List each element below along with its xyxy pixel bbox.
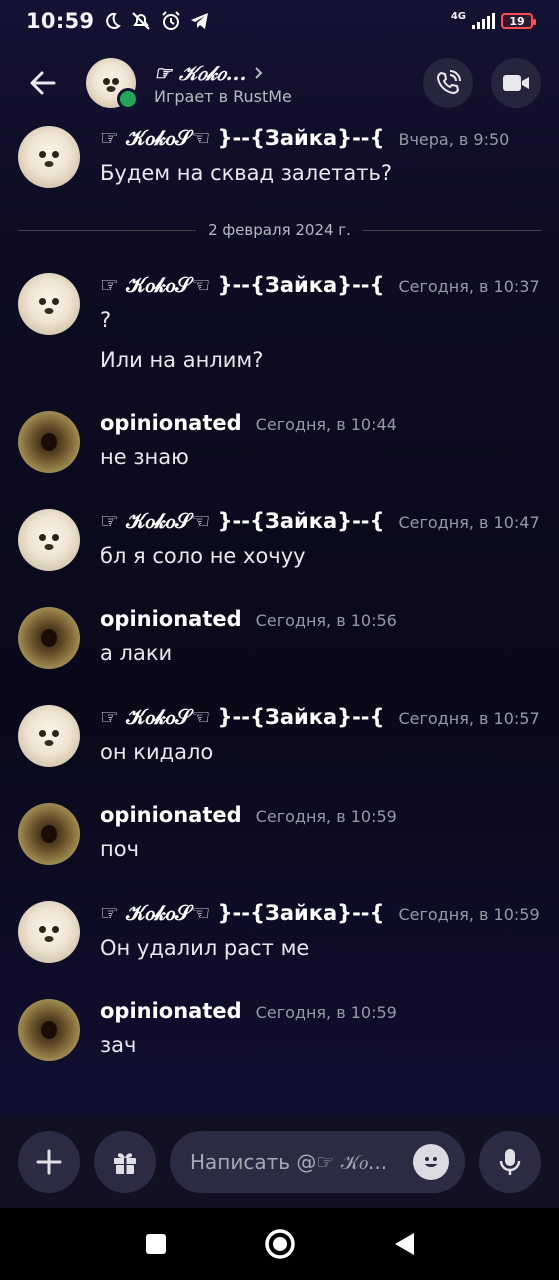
message-author[interactable]: opinionated [100, 999, 242, 1023]
status-icons [102, 10, 210, 32]
message-author[interactable]: ☞ 𝒦𝑜𝓀𝑜𝒮☜ }--{Зайка}--{ [100, 126, 384, 151]
alarm-icon [162, 11, 181, 30]
avatar[interactable] [18, 999, 80, 1061]
message-composer: Написать @☞ 𝒦𝑜... [0, 1116, 559, 1208]
date-divider-label: 2 февраля 2024 г. [208, 221, 351, 239]
avatar[interactable] [18, 126, 80, 188]
message-author[interactable]: opinionated [100, 803, 242, 827]
message[interactable]: ☞ 𝒦𝑜𝓀𝑜𝒮☜ }--{Зайка}--{ Сегодня, в 10:57 … [18, 705, 541, 767]
message-author[interactable]: ☞ 𝒦𝑜𝓀𝑜𝒮☜ }--{Зайка}--{ [100, 901, 384, 926]
date-divider: 2 февраля 2024 г. [18, 220, 542, 240]
video-call-button[interactable] [491, 58, 541, 108]
smiley-icon [425, 1157, 437, 1167]
message-text: Он удалил раст ме [100, 936, 310, 960]
header-titles[interactable]: ☞ 𝒦𝑜𝓀𝑜... Играет в RustMe [154, 61, 292, 106]
discord-chat-screen: 10:59 4G 19 ☞ 𝒦𝑜𝓀𝑜... Играет в RustMe ☞ … [0, 0, 559, 1280]
message-input[interactable]: Написать @☞ 𝒦𝑜... [170, 1131, 465, 1193]
message-timestamp: Сегодня, в 10:59 [398, 905, 540, 924]
message[interactable]: ☞ 𝒦𝑜𝓀𝑜𝒮☜ }--{Зайка}--{ Сегодня, в 10:37 … [18, 273, 541, 374]
gift-icon [114, 1153, 136, 1174]
message-timestamp: Вчера, в 9:50 [398, 130, 510, 149]
message[interactable]: ☞ 𝒦𝑜𝓀𝑜𝒮☜ }--{Зайка}--{ Сегодня, в 10:59 … [18, 901, 541, 963]
emoji-button[interactable] [413, 1144, 449, 1180]
avatar[interactable] [18, 901, 80, 963]
network-label: 4G [450, 10, 466, 22]
status-bar: 10:59 4G 19 [0, 0, 559, 42]
message[interactable]: opinionated Сегодня, в 10:59 зач [18, 999, 541, 1061]
message-author[interactable]: opinionated [100, 607, 242, 631]
microphone-icon [499, 1149, 521, 1175]
message[interactable]: ☞ 𝒦𝑜𝓀𝑜𝒮☜ }--{Зайка}--{ Вчера, в 9:50 Буд… [18, 126, 541, 188]
message-input-placeholder: Написать @☞ 𝒦𝑜... [190, 1150, 388, 1174]
activity-status: Играет в RustMe [154, 86, 292, 106]
message-timestamp: Сегодня, в 10:59 [255, 807, 397, 826]
battery-icon: 19 [501, 13, 536, 29]
recents-button[interactable] [144, 1232, 168, 1256]
message-timestamp: Сегодня, в 10:56 [255, 611, 397, 630]
moon-icon [106, 12, 122, 29]
voice-call-button[interactable] [423, 58, 473, 108]
status-right: 4G 19 [450, 10, 536, 32]
message-text: зач [100, 1033, 137, 1057]
video-camera-icon [503, 75, 529, 91]
message-timestamp: Сегодня, в 10:47 [398, 513, 540, 532]
message-text: поч [100, 837, 139, 861]
back-button[interactable] [18, 58, 68, 108]
telegram-icon [191, 13, 209, 29]
header-actions [423, 58, 541, 108]
header-avatar[interactable] [86, 58, 139, 110]
arrow-left-icon [30, 71, 56, 95]
online-status-dot [117, 88, 139, 110]
phone-icon [437, 70, 461, 94]
add-attachment-button[interactable] [18, 1131, 80, 1193]
message[interactable]: ☞ 𝒦𝑜𝓀𝑜𝒮☜ }--{Зайка}--{ Сегодня, в 10:47 … [18, 509, 541, 571]
message-text: Будем на сквад залетать? [100, 161, 392, 185]
battery-level: 19 [509, 14, 525, 28]
message-text: а лаки [100, 641, 173, 665]
message-timestamp: Сегодня, в 10:44 [255, 415, 397, 434]
message[interactable]: opinionated Сегодня, в 10:56 а лаки [18, 607, 541, 669]
message-text: не знаю [100, 445, 189, 469]
system-navigation-bar [0, 1208, 559, 1280]
message[interactable]: opinionated Сегодня, в 10:59 поч [18, 803, 541, 865]
avatar[interactable] [18, 803, 80, 865]
chat-header: ☞ 𝒦𝑜𝓀𝑜... Играет в RustMe [0, 42, 559, 124]
message-text: ? [100, 308, 112, 332]
message-author[interactable]: ☞ 𝒦𝑜𝓀𝑜𝒮☜ }--{Зайка}--{ [100, 509, 384, 534]
status-time: 10:59 [26, 9, 95, 33]
header-name[interactable]: ☞ 𝒦𝑜𝓀𝑜... [154, 61, 292, 85]
avatar[interactable] [18, 273, 80, 335]
contact-name: ☞ 𝒦𝑜𝓀𝑜... [154, 60, 247, 85]
message-timestamp: Сегодня, в 10:57 [398, 709, 540, 728]
message-author[interactable]: opinionated [100, 411, 242, 435]
message-text: Или на анлим? [100, 348, 264, 372]
message-text: он кидало [100, 740, 214, 764]
voice-message-button[interactable] [479, 1131, 541, 1193]
message-author[interactable]: ☞ 𝒦𝑜𝓀𝑜𝒮☜ }--{Зайка}--{ [100, 705, 384, 730]
chevron-right-icon [255, 66, 263, 79]
plus-icon [36, 1149, 62, 1175]
muted-bell-icon [132, 12, 151, 30]
signal-icon [472, 13, 495, 29]
avatar[interactable] [18, 509, 80, 571]
gift-button[interactable] [94, 1131, 156, 1193]
message-timestamp: Сегодня, в 10:59 [255, 1003, 397, 1022]
message-text: бл я соло не хочуу [100, 544, 306, 568]
avatar[interactable] [18, 411, 80, 473]
home-button[interactable] [264, 1228, 296, 1260]
back-nav-button[interactable] [392, 1231, 416, 1257]
message-timestamp: Сегодня, в 10:37 [398, 277, 540, 296]
avatar[interactable] [18, 705, 80, 767]
message-author[interactable]: ☞ 𝒦𝑜𝓀𝑜𝒮☜ }--{Зайка}--{ [100, 273, 384, 298]
avatar[interactable] [18, 607, 80, 669]
message[interactable]: opinionated Сегодня, в 10:44 не знаю [18, 411, 541, 473]
